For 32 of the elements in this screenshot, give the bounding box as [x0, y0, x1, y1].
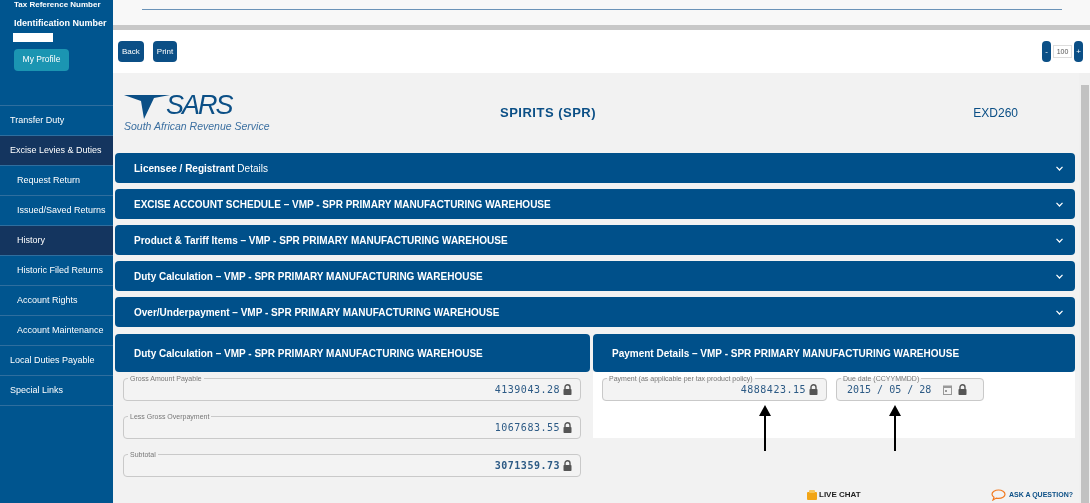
sars-wordmark: SARS — [166, 91, 232, 119]
redaction-block — [13, 32, 53, 42]
accordion-header[interactable]: Product & Tariff Items – VMP - SPR PRIMARY MANUFACTURING WAREHOUSE — [115, 225, 1075, 255]
my-profile-button[interactable]: My Profile — [14, 48, 69, 71]
zoom-out-button[interactable]: - — [1042, 41, 1051, 62]
speech-bubble-icon — [990, 489, 1006, 501]
form-code: EXD260 — [973, 105, 1018, 122]
lock-icon — [958, 384, 968, 395]
tax-reference-label: Tax Reference Number — [14, 1, 102, 9]
accordion-header[interactable]: EXCISE ACCOUNT SCHEDULE – VMP - SPR PRIMARY MANUFACTURING WAREHOUSE — [115, 189, 1075, 219]
toolbar-button[interactable]: Print — [152, 41, 178, 62]
calendar-icon[interactable] — [943, 384, 953, 395]
lock-icon — [563, 422, 572, 433]
accordion-header[interactable]: Duty Calculation – VMP - SPR PRIMARY MANUFACTURING WAREHOUSE — [115, 261, 1075, 291]
lock-icon — [809, 384, 818, 395]
form-title: SPIRITS (SPR) — [500, 104, 597, 123]
toolbar-button[interactable]: Back — [118, 41, 144, 62]
accordion-header[interactable]: Over/Underpayment – VMP - SPR PRIMARY MANUFACTURING WAREHOUSE — [115, 297, 1075, 327]
live-chat-link[interactable]: LIVE CHAT — [807, 489, 861, 501]
sidebar-item[interactable]: Excise Levies & Duties — [0, 136, 113, 166]
sidebar-item[interactable]: History — [0, 226, 113, 256]
panel-header: Duty Calculation – VMP - SPR PRIMARY MANUFACTURING WAREHOUSE — [115, 334, 590, 372]
identification-label: Identification Number — [14, 17, 108, 30]
zoom-in-button[interactable]: + — [1074, 41, 1083, 62]
sars-tagline: South African Revenue Service — [124, 118, 270, 134]
chat-icon — [807, 490, 817, 500]
annotation-arrow — [758, 405, 771, 451]
lock-icon — [563, 384, 572, 395]
lock-icon — [563, 460, 572, 471]
panel-header: Payment Details – VMP - SPR PRIMARY MANUFACTURING WAREHOUSE — [593, 334, 1075, 372]
accordion-header[interactable]: Licensee / Registrant Details — [115, 153, 1075, 183]
annotation-arrow — [889, 405, 901, 451]
